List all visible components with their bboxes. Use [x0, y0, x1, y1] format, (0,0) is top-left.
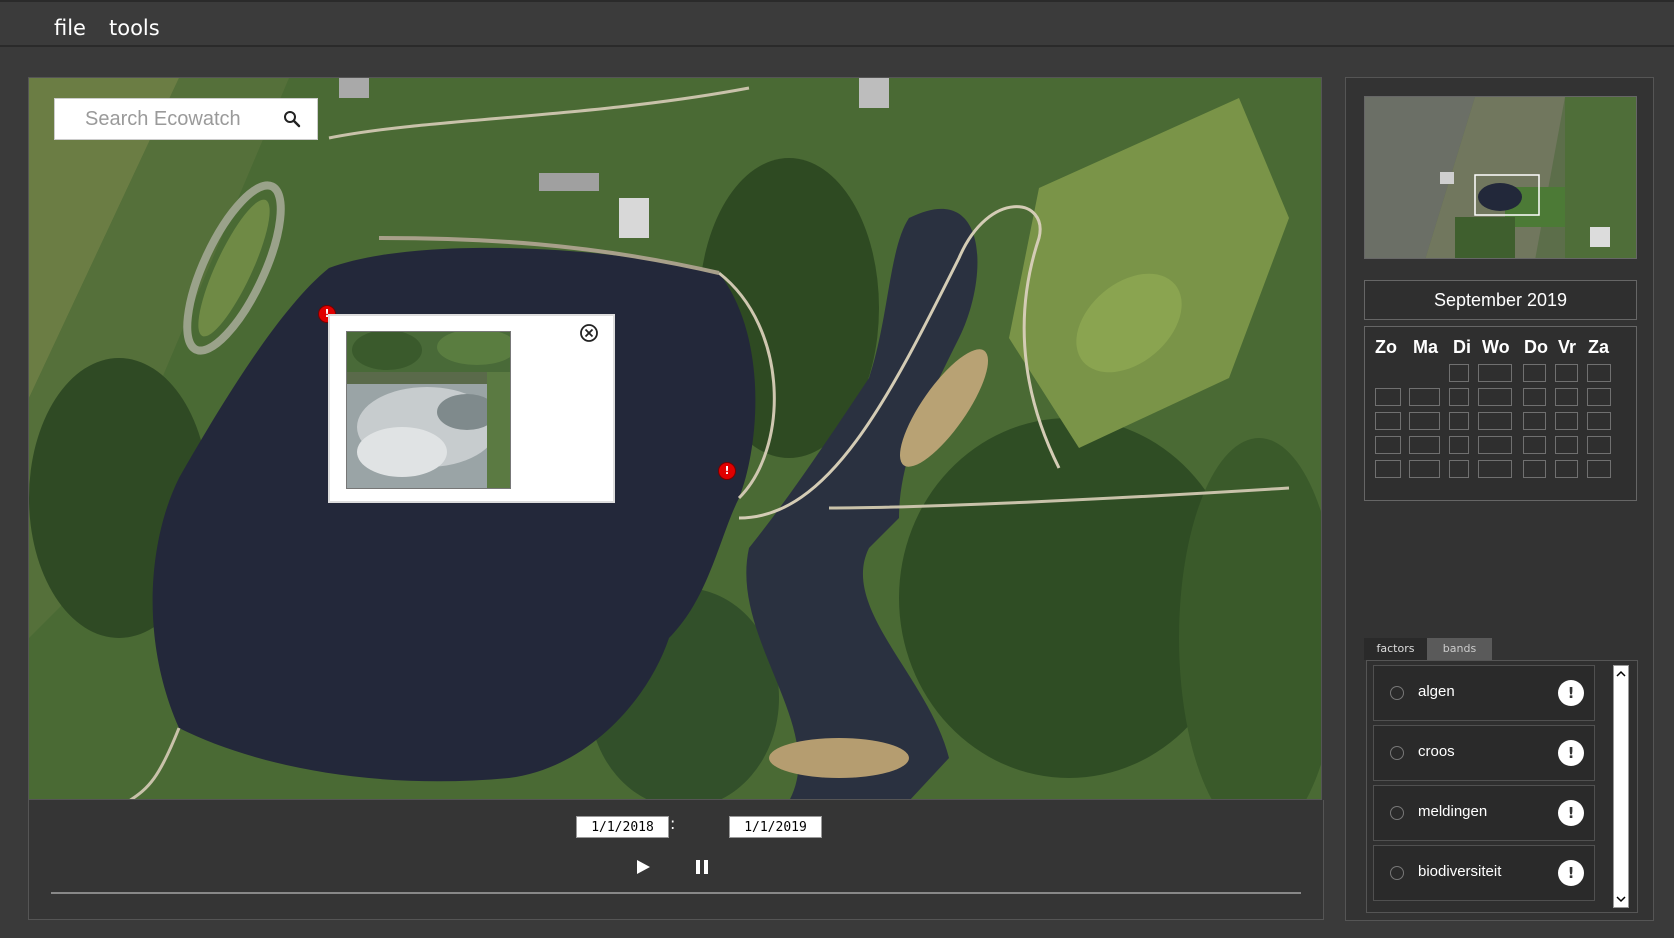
calendar-day-cell[interactable]: [1523, 388, 1546, 406]
chevron-down-icon[interactable]: [1616, 894, 1626, 904]
day-header: Wo: [1482, 337, 1510, 357]
play-icon[interactable]: [633, 857, 653, 877]
day-header: Do: [1524, 337, 1548, 357]
calendar-day-cell[interactable]: [1523, 412, 1546, 430]
calendar-day-cell[interactable]: [1478, 412, 1512, 430]
calendar-day-cell[interactable]: [1478, 436, 1512, 454]
calendar-day-cell[interactable]: [1449, 412, 1469, 430]
calendar-day-cell[interactable]: [1587, 412, 1611, 430]
calendar-day-cell[interactable]: [1478, 388, 1512, 406]
factor-label: algen: [1418, 683, 1455, 700]
factor-item[interactable]: algen !: [1373, 665, 1595, 721]
calendar-day-cell[interactable]: [1523, 436, 1546, 454]
calendar-day-cell[interactable]: [1478, 460, 1512, 478]
calendar-day-cell[interactable]: [1375, 412, 1401, 430]
calendar-day-cell[interactable]: [1555, 388, 1578, 406]
calendar-day-cell[interactable]: [1587, 460, 1611, 478]
day-header: Ma: [1413, 337, 1439, 357]
day-header: Di: [1453, 337, 1471, 357]
start-date-field[interactable]: 1/1/2018: [576, 816, 669, 838]
end-date-field[interactable]: 1/1/2019: [729, 816, 822, 838]
factor-label: meldingen: [1418, 803, 1488, 820]
close-icon[interactable]: [579, 323, 599, 343]
factor-radio[interactable]: [1390, 866, 1404, 880]
marker-popup: [328, 314, 615, 503]
info-icon[interactable]: !: [1558, 860, 1584, 886]
factor-radio[interactable]: [1390, 686, 1404, 700]
calendar-day-cell[interactable]: [1409, 388, 1440, 406]
factor-item[interactable]: croos !: [1373, 725, 1595, 781]
map-marker[interactable]: !: [718, 462, 736, 480]
factor-label: biodiversiteit: [1418, 863, 1502, 880]
scrollbar[interactable]: [1613, 665, 1629, 908]
factor-list: algen ! croos ! meldingen ! biodiversite…: [1366, 660, 1638, 913]
factor-label: croos: [1418, 743, 1455, 760]
satellite-map[interactable]: [28, 77, 1322, 800]
search-input[interactable]: [55, 99, 275, 139]
calendar-day-cell[interactable]: [1555, 436, 1578, 454]
calendar-day-cell[interactable]: [1375, 388, 1401, 406]
calendar-day-cell[interactable]: [1409, 436, 1440, 454]
calendar-day-cell[interactable]: [1587, 388, 1611, 406]
calendar-day-cell[interactable]: [1555, 364, 1578, 382]
calendar-day-cell[interactable]: [1409, 460, 1440, 478]
calendar-day-cell[interactable]: [1409, 412, 1440, 430]
search-icon[interactable]: [283, 110, 301, 128]
sidebar: September 2019 Zo Ma Di Wo Do Vr Za fact…: [1345, 77, 1654, 921]
calendar-day-cell[interactable]: [1375, 460, 1401, 478]
calendar-day-cell[interactable]: [1449, 436, 1469, 454]
calendar-day-cell[interactable]: [1375, 436, 1401, 454]
timeline-track[interactable]: [51, 892, 1301, 894]
calendar-day-cell[interactable]: [1449, 388, 1469, 406]
menu-bar: file tools: [0, 0, 1674, 47]
map-imagery: [29, 78, 1321, 799]
chevron-up-icon[interactable]: [1616, 669, 1626, 679]
info-icon[interactable]: !: [1558, 800, 1584, 826]
calendar-day-cell[interactable]: [1449, 364, 1469, 382]
day-header: Zo: [1375, 337, 1397, 357]
calendar-day-cell[interactable]: [1587, 364, 1611, 382]
menu-tools[interactable]: tools: [109, 16, 160, 40]
calendar-grid: Zo Ma Di Wo Do Vr Za: [1364, 326, 1637, 501]
calendar-day-cell[interactable]: [1555, 460, 1578, 478]
calendar-day-cell[interactable]: [1478, 364, 1512, 382]
menu-file[interactable]: file: [54, 16, 86, 40]
search-box: [54, 98, 318, 140]
factor-item[interactable]: meldingen !: [1373, 785, 1595, 841]
minimap[interactable]: [1364, 96, 1637, 259]
water-photo: [346, 331, 511, 489]
calendar-day-cell[interactable]: [1555, 412, 1578, 430]
factor-item[interactable]: biodiversiteit !: [1373, 845, 1595, 901]
info-icon[interactable]: !: [1558, 680, 1584, 706]
day-header: Vr: [1558, 337, 1577, 357]
factor-radio[interactable]: [1390, 806, 1404, 820]
info-icon[interactable]: !: [1558, 740, 1584, 766]
tab-factors[interactable]: factors: [1364, 638, 1427, 660]
calendar-day-cell[interactable]: [1523, 364, 1546, 382]
calendar-day-cell[interactable]: [1523, 460, 1546, 478]
calendar-day-cell[interactable]: [1587, 436, 1611, 454]
pause-icon[interactable]: [692, 857, 712, 877]
tab-bands[interactable]: bands: [1427, 638, 1492, 660]
timeline-panel: 1/1/2018 : 1/1/2019: [28, 800, 1324, 920]
factor-radio[interactable]: [1390, 746, 1404, 760]
calendar-day-cell[interactable]: [1449, 460, 1469, 478]
calendar-month: September 2019: [1364, 280, 1637, 320]
day-header: Za: [1588, 337, 1610, 357]
date-separator: :: [670, 814, 676, 833]
